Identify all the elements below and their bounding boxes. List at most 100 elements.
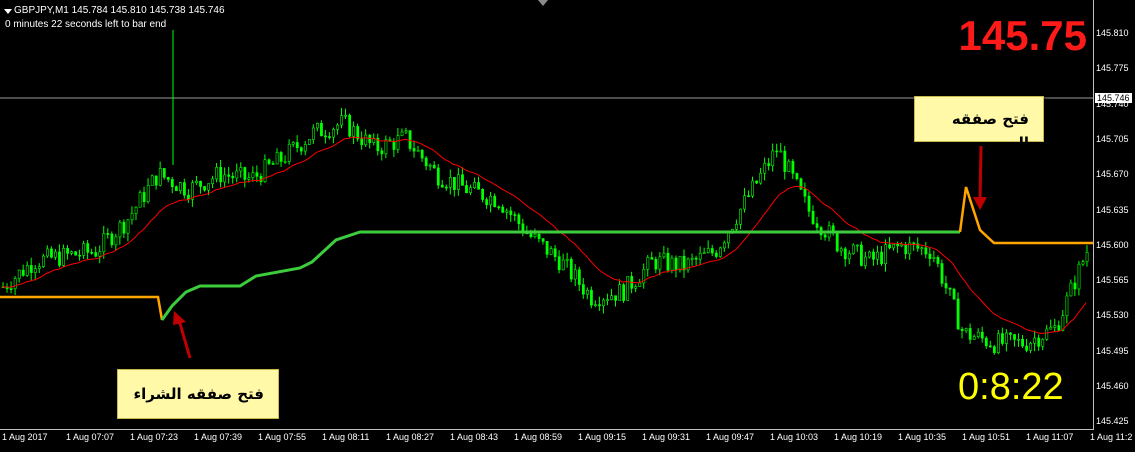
time-axis[interactable]: 1 Aug 2017 1 Aug 07:07 1 Aug 07:23 1 Aug 07… [0,430,1135,452]
time-tick-label: 1 Aug 08:43 [450,432,499,442]
candle-body [114,236,118,246]
candle-body [1065,295,1069,317]
candle-body [191,182,194,200]
candle-body [658,256,662,270]
candle-body [368,134,372,143]
candle-body [86,243,90,253]
candle-body [473,182,476,188]
candle-body [682,255,686,271]
candle-body [501,206,505,213]
candle-body [215,167,219,180]
candle-body [102,233,106,253]
candle-body [62,248,65,266]
countdown-timer: 0:8:22 [958,366,1064,408]
candle-body [904,244,908,255]
candle-body [340,115,343,126]
time-tick-label: 1 Aug 07:39 [194,432,243,442]
candle-body [912,242,916,245]
candle-body [1073,282,1077,290]
candle-body [1033,337,1037,344]
candle-body [1005,332,1008,344]
candle-body [78,254,82,257]
candle-body [58,251,61,266]
candle-body [138,192,142,208]
candle-body [158,168,162,186]
candle-body [392,140,396,150]
price-axis[interactable]: 145.810 145.775 145.740 145.705 145.670 145.6… [1094,0,1135,430]
candle-body [436,167,440,186]
candle-body [400,131,404,136]
candle-body [896,243,900,247]
candle-body [698,252,702,260]
candle-body [352,126,356,137]
candle-body [364,134,368,145]
symbol-info: GBPJPY,M1 145.784 145.810 145.738 145.74… [14,5,225,16]
candle-body [332,129,335,138]
candle-body [992,346,996,353]
price-tick-label: 145.460 [1096,381,1129,391]
time-tick-label: 1 Aug 2017 [2,432,48,442]
candle-body [267,159,271,164]
dropdown-arrow-icon[interactable] [4,9,12,14]
candle-body [533,233,537,237]
candle-body [577,269,581,285]
candle-body [823,234,827,238]
candle-body [1085,252,1089,262]
candle-body [710,248,714,254]
candle-body [271,163,275,165]
chart-window[interactable]: GBPJPY,M1 145.784 145.810 145.738 145.74… [0,0,1135,452]
candle-body [537,233,541,239]
candle-body [440,184,444,188]
candle-body [888,244,892,249]
candle-body [952,288,956,300]
candle-body [565,258,569,261]
candle-body [924,247,928,255]
candle-body [541,238,545,242]
sell-arrow-icon [973,145,987,210]
candle-body [1017,338,1020,341]
price-tick-label: 145.495 [1096,345,1129,356]
candle-body [469,187,472,194]
candle-body [807,195,811,212]
candle-body [622,284,626,301]
candle-body [626,276,630,301]
time-tick-label: 1 Aug 08:59 [514,432,563,442]
candle-body [650,257,654,260]
candle-body [348,114,352,137]
candle-body [130,213,134,221]
candle-body [497,206,501,209]
candle-body [557,256,561,271]
chart-shift-marker-icon[interactable] [538,0,548,6]
candle-body [662,252,666,258]
candle-body [634,286,638,289]
candle-body [505,210,509,213]
current-price-tag: 145.746 [1095,93,1132,103]
price-tick-label: 145.670 [1096,169,1129,180]
candle-body [199,180,202,187]
candle-body [227,174,231,177]
price-chart[interactable] [0,0,1094,430]
candle-body [843,248,847,260]
candle-body [324,135,327,138]
candle-body [988,345,992,348]
candle-body [694,257,698,260]
candle-body [41,255,45,267]
candle-body [509,210,513,215]
candle-body [791,161,795,174]
candle-body [855,244,859,247]
candle-body [714,252,718,257]
candle-body [860,244,863,266]
candle-body [279,152,283,162]
candle-body [94,252,98,257]
candle-body [344,114,348,117]
candle-body [1045,328,1049,340]
candle-body [328,136,331,138]
price-tick-label: 145.775 [1096,63,1129,74]
candle-body [106,233,110,235]
candle-body [122,221,126,234]
candle-body [126,219,130,234]
candle-body [1053,325,1057,328]
candle-body [723,242,726,249]
candle-body [976,331,980,337]
candle-body [162,168,166,178]
